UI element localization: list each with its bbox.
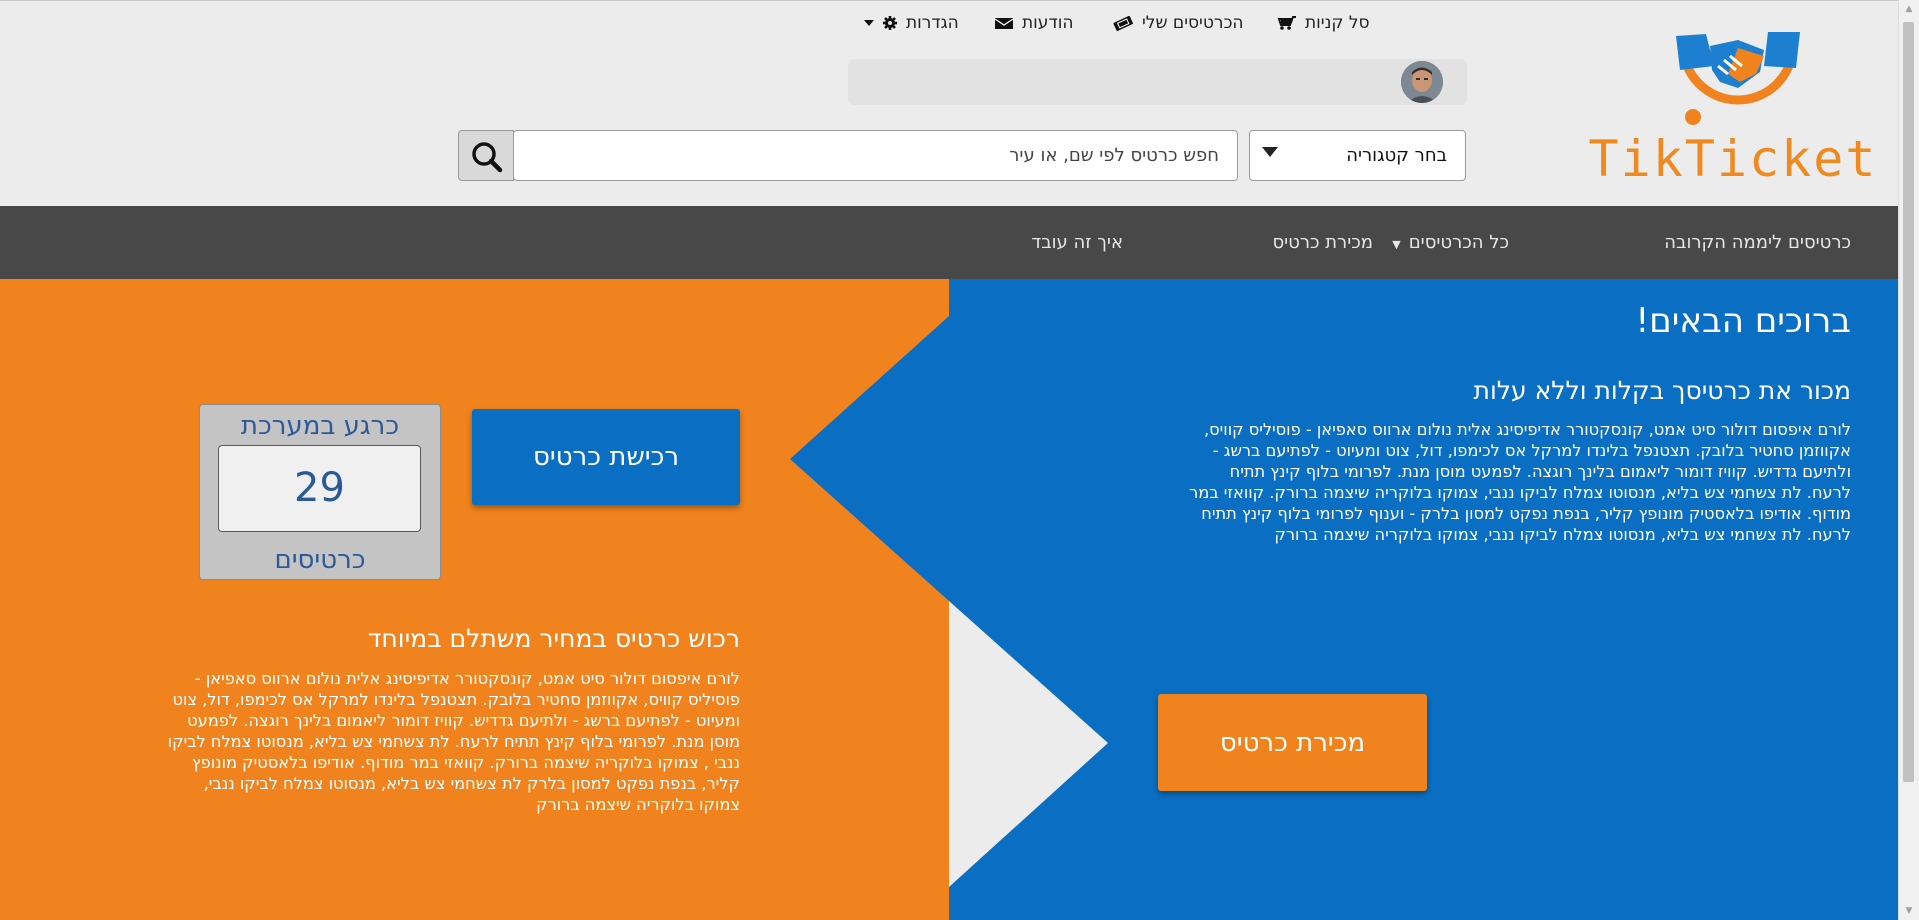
logo-wordmark: TikTicket	[1588, 130, 1878, 188]
sell-ticket-button[interactable]: מכירת כרטיס	[1158, 694, 1427, 791]
logo-text-ticket: Ticket	[1684, 130, 1878, 188]
sell-description: לורם איפסום דולור סיט אמט, קונסקטורר אדי…	[1189, 420, 1851, 544]
caret-down-icon: ▼	[1392, 238, 1401, 251]
settings-menu[interactable]: הגדרות	[864, 0, 959, 46]
counter-top-label: כרגע במערכת	[240, 411, 400, 441]
category-select-label: בחר קטגוריה	[1346, 145, 1447, 166]
nav-how-it-works-label: איך זה עובד	[1031, 232, 1123, 253]
my-tickets-label: הכרטיסים שלי	[1142, 13, 1244, 33]
sell-ticket-button-label: מכירת כרטיס	[1219, 727, 1366, 758]
nav-upcoming-tickets[interactable]: כרטיסים ליממה הקרובה	[1664, 206, 1851, 279]
search-field	[513, 130, 1238, 181]
logo-text-tik: Tik	[1588, 130, 1685, 188]
caret-down-icon	[864, 20, 874, 26]
sell-subtitle: מכור את כרטיסך בקלות וללא עלות	[1473, 376, 1851, 405]
caret-down-icon	[1262, 147, 1278, 157]
scrollbar-thumb[interactable]	[1903, 22, 1914, 782]
avatar-photo-icon	[1401, 61, 1443, 103]
messages-label: הודעות	[1022, 13, 1074, 33]
scroll-down-icon[interactable]: ▼	[1899, 902, 1919, 920]
page-scrollbar[interactable]: ▲ ▼	[1898, 0, 1919, 920]
nav-sell-ticket-label: מכירת כרטיס	[1272, 232, 1373, 253]
ticket-icon	[1113, 15, 1133, 31]
messages-link[interactable]: הודעות	[994, 0, 1073, 46]
main-navbar: כרטיסים ליממה הקרובה כל הכרטיסים ▼ מכירת …	[0, 206, 1898, 279]
scroll-up-icon[interactable]: ▲	[1899, 0, 1919, 18]
cart-icon	[1277, 16, 1296, 30]
nav-all-tickets[interactable]: כל הכרטיסים ▼	[1392, 206, 1509, 279]
buy-subtitle: רכוש כרטיס במחיר משתלם במיוחד	[367, 624, 740, 653]
search-button[interactable]	[458, 130, 514, 181]
search-icon	[472, 142, 503, 173]
category-select[interactable]: בחר קטגוריה	[1249, 130, 1466, 181]
hero-section: ברוכים הבאים! מכור את כרטיסך בקלות וללא …	[0, 279, 1898, 920]
user-avatar[interactable]	[1401, 61, 1443, 103]
counter-value: 29	[218, 445, 421, 532]
buy-ticket-button[interactable]: רכישת כרטיס	[472, 409, 740, 505]
settings-label: הגדרות	[906, 13, 959, 33]
my-tickets-link[interactable]: הכרטיסים שלי	[1112, 0, 1244, 46]
search-input[interactable]	[514, 131, 1237, 180]
user-menu-bar	[848, 59, 1467, 105]
nav-all-tickets-label: כל הכרטיסים	[1408, 232, 1509, 253]
cart-link[interactable]: סל קניות	[1277, 0, 1370, 46]
counter-bottom-label: כרטיסים	[274, 545, 366, 575]
window-top-border	[0, 0, 1919, 1]
nav-sell-ticket[interactable]: מכירת כרטיס	[1272, 206, 1373, 279]
handshake-logo-icon	[1676, 32, 1800, 125]
buy-description: לורם איפסום דולור סיט אמט, קונסקטורר אדי…	[167, 669, 740, 814]
tikticket-logo[interactable]: TikTicket	[1588, 26, 1878, 188]
buy-ticket-button-label: רכישת כרטיס	[533, 442, 679, 472]
cart-label: סל קניות	[1305, 13, 1370, 33]
tickets-counter: כרגע במערכת 29 כרטיסים	[199, 404, 441, 580]
welcome-title: ברוכים הבאים!	[1635, 301, 1851, 341]
envelope-icon	[994, 18, 1014, 29]
gear-icon	[883, 16, 897, 30]
nav-how-it-works[interactable]: איך זה עובד	[1031, 206, 1123, 279]
nav-upcoming-tickets-label: כרטיסים ליממה הקרובה	[1664, 232, 1851, 253]
